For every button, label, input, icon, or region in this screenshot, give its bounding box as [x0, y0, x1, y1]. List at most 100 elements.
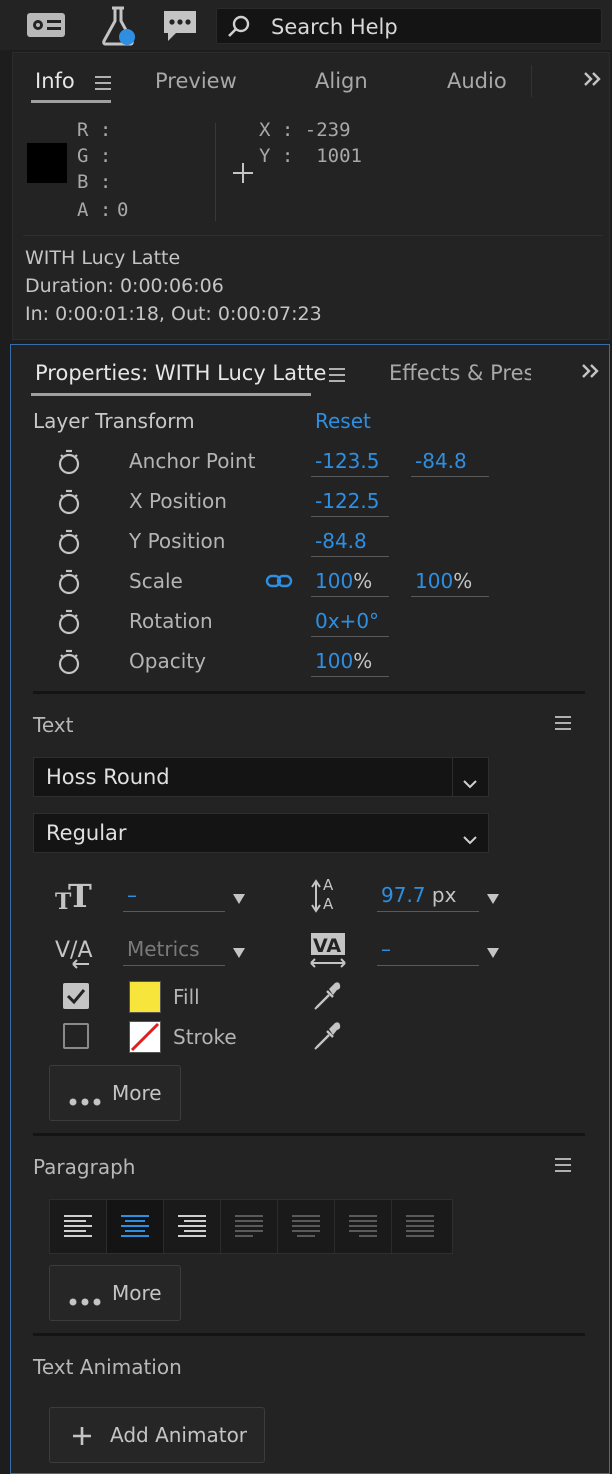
rotation-label: Rotation [129, 609, 213, 633]
dropdown-divider [452, 758, 453, 796]
section-divider [33, 1333, 585, 1336]
paragraph-alignment-group [49, 1199, 453, 1254]
duration: Duration: 0:00:06:06 [25, 275, 224, 297]
font-family-dropdown[interactable]: Hoss Round [33, 757, 489, 797]
stopwatch-icon[interactable] [57, 649, 81, 679]
svg-text:T: T [68, 879, 92, 911]
svg-text:VA: VA [313, 935, 341, 957]
x-position-value[interactable]: -122.5 [315, 489, 379, 513]
tracking-value[interactable]: – [381, 937, 391, 961]
r-label: R : [77, 119, 112, 141]
stopwatch-icon[interactable] [57, 569, 81, 599]
justify-last-right-button[interactable] [335, 1200, 392, 1253]
align-right-button[interactable] [164, 1200, 221, 1253]
more-dots-icon [68, 1288, 102, 1312]
rotation-value[interactable]: 0x+0° [315, 609, 379, 633]
stopwatch-icon[interactable] [57, 489, 81, 519]
reset-button[interactable]: Reset [315, 409, 371, 433]
font-style-value: Regular [46, 821, 127, 845]
scale-y-value[interactable]: 100% [415, 569, 472, 593]
justify-last-center-icon [292, 1215, 320, 1237]
value-underline [123, 911, 225, 912]
beta-flask-icon[interactable] [100, 5, 140, 47]
active-tab-indicator [31, 393, 311, 396]
caret-down-icon[interactable] [233, 943, 245, 962]
align-left-button[interactable] [50, 1200, 107, 1253]
tab-audio[interactable]: Audio [447, 69, 507, 93]
justify-last-center-button[interactable] [278, 1200, 335, 1253]
stroke-checkbox[interactable] [63, 1023, 89, 1049]
search-help-field[interactable]: Search Help [216, 8, 602, 44]
tab-properties[interactable]: Properties: WITH Lucy Latte [35, 361, 326, 385]
anchor-point-label: Anchor Point [129, 449, 256, 473]
fill-label: Fill [173, 985, 200, 1009]
info-panel-menu-icon[interactable] [95, 75, 111, 94]
font-size-icon: T T [55, 877, 93, 915]
tab-align[interactable]: Align [315, 69, 368, 93]
a-value: 0 [117, 199, 129, 221]
info-panel: Info Preview Align Audio R : G : B : A :… [12, 52, 610, 340]
search-placeholder: Search Help [271, 15, 398, 39]
font-size-value[interactable]: – [127, 883, 137, 907]
text-section-menu-icon[interactable] [555, 715, 571, 734]
value-underline [311, 516, 389, 517]
constrain-proportions-link-icon[interactable] [265, 573, 293, 593]
opacity-value[interactable]: 100% [315, 649, 372, 673]
panel-overflow-icon[interactable] [583, 71, 603, 91]
stroke-color-swatch[interactable] [129, 1021, 161, 1053]
chevron-down-icon [462, 827, 478, 851]
tab-preview[interactable]: Preview [155, 69, 237, 93]
add-animator-button[interactable]: Add Animator [49, 1407, 265, 1463]
more-dots-icon [68, 1088, 102, 1112]
tab-info[interactable]: Info [35, 69, 75, 93]
properties-panel: Properties: WITH Lucy Latte Effects & Pr… [10, 344, 610, 1474]
justify-all-icon [406, 1215, 434, 1237]
leading-icon: A A [311, 875, 345, 917]
text-more-button[interactable]: More [49, 1065, 181, 1121]
eyedropper-icon[interactable] [313, 981, 341, 1015]
color-swatch [27, 143, 67, 183]
chevron-down-icon [462, 771, 478, 795]
justify-last-left-icon [235, 1215, 263, 1237]
caret-down-icon[interactable] [487, 943, 499, 962]
kerning-icon: V/A [55, 933, 93, 973]
info-separator-line [23, 235, 603, 236]
scale-x-value[interactable]: 100% [315, 569, 372, 593]
stopwatch-icon[interactable] [57, 449, 81, 479]
leading-value[interactable]: 97.7 px [381, 883, 456, 907]
workspace-settings-icon[interactable] [26, 10, 66, 40]
y-coordinate: Y : 1001 [259, 145, 362, 167]
more-label: More [112, 1081, 162, 1105]
value-underline [411, 476, 489, 477]
stopwatch-icon[interactable] [57, 609, 81, 639]
value-underline [377, 965, 479, 966]
fill-checkbox[interactable] [63, 983, 89, 1009]
eyedropper-icon[interactable] [313, 1021, 341, 1055]
anchor-point-x-value[interactable]: -123.5 [315, 449, 379, 473]
stopwatch-icon[interactable] [57, 529, 81, 559]
justify-all-button[interactable] [392, 1200, 449, 1253]
fill-color-swatch[interactable] [129, 981, 161, 1013]
panel-overflow-icon[interactable] [581, 363, 601, 383]
kerning-value[interactable]: Metrics [127, 937, 200, 961]
justify-last-left-button[interactable] [221, 1200, 278, 1253]
paragraph-section-menu-icon[interactable] [555, 1157, 571, 1176]
layer-name: WITH Lucy Latte [25, 247, 181, 269]
font-style-dropdown[interactable]: Regular [33, 813, 489, 853]
scale-label: Scale [129, 569, 183, 593]
tab-effects-presets[interactable]: Effects & Prese [389, 361, 531, 385]
info-divider [215, 123, 216, 221]
value-underline [311, 596, 389, 597]
anchor-point-y-value[interactable]: -84.8 [415, 449, 467, 473]
tab-separator [531, 65, 532, 97]
svg-text:A: A [323, 876, 334, 894]
caret-down-icon[interactable] [487, 889, 499, 908]
messages-icon[interactable] [160, 8, 200, 44]
crosshair-icon [233, 163, 253, 187]
x-coordinate: X : -239 [259, 119, 351, 141]
y-position-value[interactable]: -84.8 [315, 529, 367, 553]
properties-menu-icon[interactable] [329, 367, 345, 386]
paragraph-more-button[interactable]: More [49, 1265, 181, 1321]
caret-down-icon[interactable] [233, 889, 245, 908]
align-center-button[interactable] [107, 1200, 164, 1253]
